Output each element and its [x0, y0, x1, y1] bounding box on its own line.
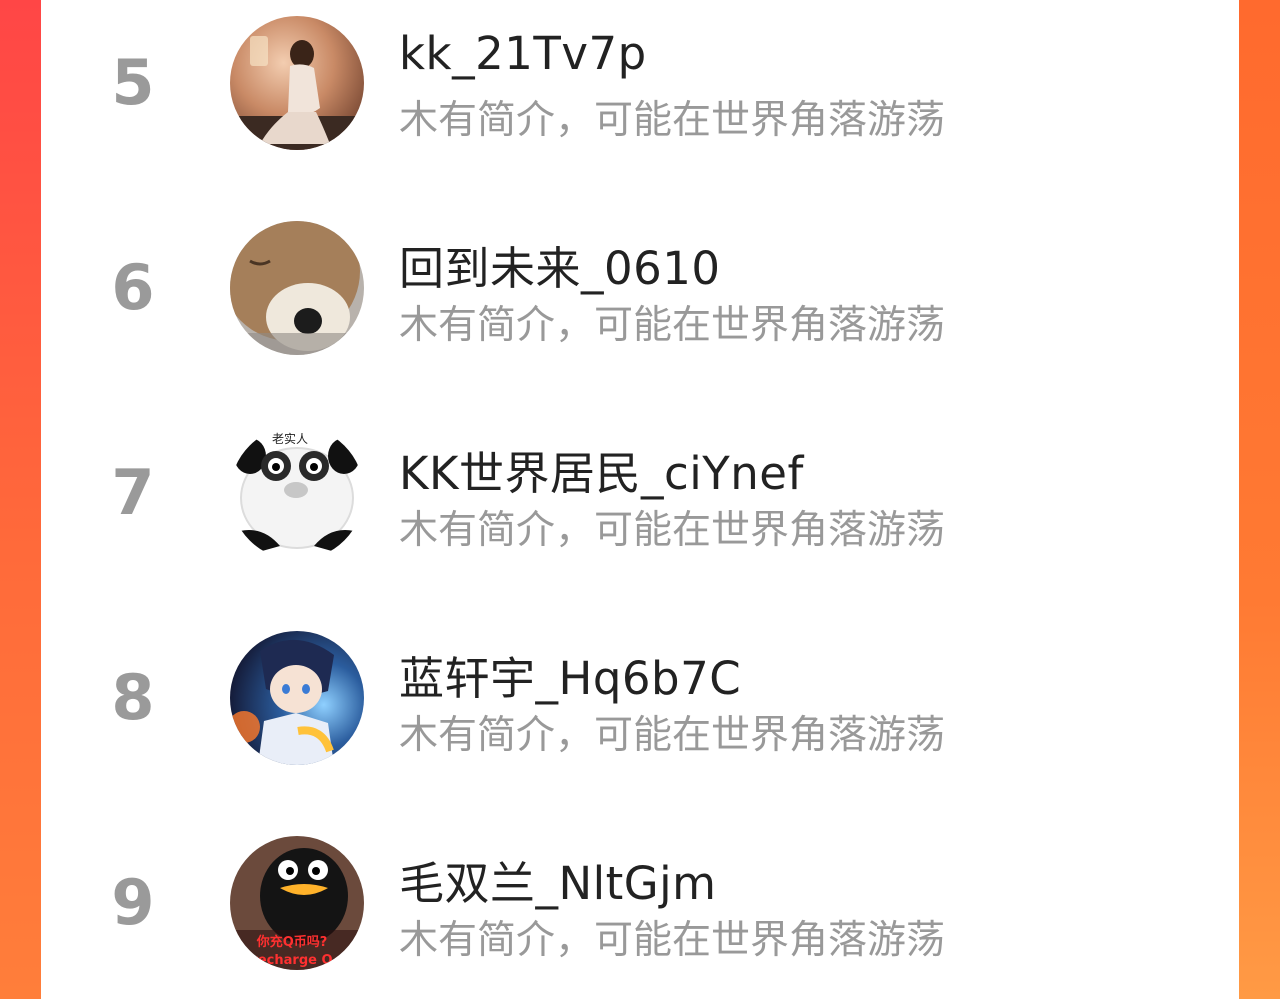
- ranking-row[interactable]: 7 老实人 KK世界居民_ciYnef 木有简介，可能在世界角落游荡: [41, 423, 1239, 563]
- username[interactable]: 毛双兰_NltGjm: [399, 847, 717, 912]
- penguin-meme-caption-en: recharge Q: [251, 953, 332, 968]
- ranking-row[interactable]: 5 kk_21Tv7p 木有简介，可能在世界角落游荡: [41, 13, 1239, 153]
- ranking-row[interactable]: 6 回到未来_0610 木有简介，可能在世界角落游荡: [41, 218, 1239, 358]
- rank-number: 9: [111, 866, 155, 939]
- user-photo-avatar-icon[interactable]: [230, 16, 364, 150]
- rank-number: 6: [111, 251, 155, 324]
- username[interactable]: kk_21Tv7p: [399, 27, 647, 80]
- ranking-card: 5 kk_21Tv7p 木有简介，可能在世界角落游荡 6 回到未来_0610 木…: [41, 0, 1239, 999]
- user-bio: 木有简介，可能在世界角落游荡: [399, 918, 946, 963]
- username[interactable]: 蓝轩宇_Hq6b7C: [399, 642, 741, 707]
- rank-number: 8: [111, 661, 155, 734]
- panda-meme-avatar-icon[interactable]: 老实人: [230, 426, 364, 560]
- user-bio: 木有简介，可能在世界角落游荡: [399, 508, 946, 553]
- plush-bear-avatar-icon[interactable]: [230, 221, 364, 355]
- username[interactable]: 回到未来_0610: [399, 232, 721, 297]
- user-bio: 木有简介，可能在世界角落游荡: [399, 713, 946, 758]
- username[interactable]: KK世界居民_ciYnef: [399, 437, 804, 502]
- rank-number: 5: [111, 46, 155, 119]
- anime-character-avatar-icon[interactable]: [230, 631, 364, 765]
- user-bio: 木有简介，可能在世界角落游荡: [399, 303, 946, 348]
- background-right-edge: [1238, 0, 1280, 999]
- panda-meme-caption: 老实人: [272, 431, 308, 446]
- user-bio: 木有简介，可能在世界角落游荡: [399, 98, 946, 143]
- penguin-meme-avatar-icon[interactable]: 你充Q币吗? recharge Q: [230, 836, 364, 970]
- ranking-row[interactable]: 9 你充Q币吗? recharge Q 毛双兰_NltGjm 木有简介，可能在世…: [41, 833, 1239, 973]
- rank-number: 7: [111, 456, 155, 529]
- ranking-page: 5 kk_21Tv7p 木有简介，可能在世界角落游荡 6 回到未来_0610 木…: [0, 0, 1280, 999]
- penguin-meme-caption: 你充Q币吗?: [256, 934, 328, 950]
- ranking-row[interactable]: 8 蓝轩宇_Hq6b7C 木有简介，可能在世界角落游荡: [41, 628, 1239, 768]
